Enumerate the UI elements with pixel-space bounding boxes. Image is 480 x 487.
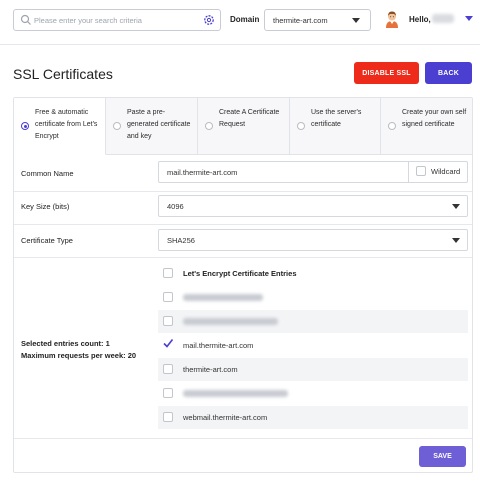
- search-box[interactable]: [13, 9, 221, 31]
- row-divider: [14, 191, 472, 192]
- save-button[interactable]: SAVE: [419, 446, 466, 467]
- entries-header: Let's Encrypt Certificate Entries: [158, 262, 468, 285]
- radio-paste-certificate[interactable]: [113, 122, 121, 130]
- common-name-label: Common Name: [21, 169, 74, 178]
- entry-label-redacted: [183, 318, 278, 325]
- key-size-select[interactable]: 4096: [158, 195, 468, 217]
- tab-lets-encrypt[interactable]: Free & automatic certificate from Let's …: [14, 98, 106, 155]
- certificate-type-select[interactable]: SHA256: [158, 229, 468, 251]
- domain-select[interactable]: thermite-art.com: [264, 9, 371, 31]
- select-all-checkbox[interactable]: [163, 268, 173, 278]
- page-title: SSL Certificates: [13, 66, 113, 82]
- entries-header-label: Let's Encrypt Certificate Entries: [183, 269, 297, 278]
- tab-self-signed[interactable]: Create your own self signed certificate: [381, 98, 472, 155]
- entry-label: thermite-art.com: [183, 365, 238, 374]
- entry-checkbox[interactable]: [163, 292, 173, 302]
- entry-label-redacted: [183, 294, 263, 301]
- tab-label: Use the server's certificate: [311, 109, 362, 128]
- ssl-card: Free & automatic certificate from Let's …: [13, 97, 473, 473]
- list-item[interactable]: [158, 310, 468, 333]
- row-divider: [14, 224, 472, 225]
- gear-icon[interactable]: [203, 14, 215, 26]
- key-size-value: 4096: [167, 202, 184, 211]
- tab-label: Paste a pre-generated certificate and ke…: [127, 109, 191, 140]
- entry-label: webmail.thermite-art.com: [183, 413, 268, 422]
- tab-server-certificate[interactable]: Use the server's certificate: [290, 98, 381, 155]
- disable-ssl-button[interactable]: DISABLE SSL: [354, 62, 419, 84]
- wildcard-option[interactable]: Wildcard: [408, 161, 468, 183]
- key-size-label: Key Size (bits): [21, 202, 70, 211]
- list-item[interactable]: thermite-art.com: [158, 358, 468, 381]
- list-item[interactable]: [158, 382, 468, 405]
- wildcard-label: Wildcard: [431, 167, 461, 176]
- tab-label: Free & automatic certificate from Let's …: [35, 109, 98, 140]
- username-redacted: [432, 14, 454, 23]
- top-bar: Domain thermite-art.com Hello,: [0, 0, 480, 40]
- list-item[interactable]: webmail.thermite-art.com: [158, 406, 468, 429]
- chevron-down-icon: [452, 204, 460, 209]
- tab-certificate-request[interactable]: Create A Certificate Request: [198, 98, 290, 155]
- avatar[interactable]: [384, 10, 400, 28]
- domain-value: thermite-art.com: [273, 16, 328, 25]
- tab-paste-certificate[interactable]: Paste a pre-generated certificate and ke…: [106, 98, 198, 155]
- domain-label: Domain: [230, 15, 260, 24]
- chevron-down-icon: [452, 238, 460, 243]
- entry-checkbox[interactable]: [163, 364, 173, 374]
- row-divider: [14, 438, 472, 439]
- certificate-type-value: SHA256: [167, 236, 195, 245]
- common-name-value: mail.thermite-art.com: [167, 168, 238, 177]
- certificate-type-tabs: Free & automatic certificate from Let's …: [14, 98, 472, 155]
- wildcard-checkbox[interactable]: [416, 166, 426, 176]
- search-icon: [20, 14, 31, 25]
- list-item[interactable]: [158, 286, 468, 309]
- list-item[interactable]: mail.thermite-art.com: [158, 334, 468, 357]
- entry-checkbox[interactable]: [163, 412, 173, 422]
- certificate-type-label: Certificate Type: [21, 236, 73, 245]
- entry-label: mail.thermite-art.com: [183, 341, 254, 350]
- max-requests-text: Maximum requests per week: 20: [21, 351, 137, 360]
- entry-label-redacted: [183, 390, 288, 397]
- chevron-down-icon: [352, 18, 360, 23]
- entry-checkbox[interactable]: [163, 316, 173, 326]
- hello-label: Hello,: [409, 15, 431, 24]
- radio-certificate-request[interactable]: [205, 122, 213, 130]
- search-input[interactable]: [34, 12, 194, 28]
- checkmark-icon[interactable]: [162, 337, 174, 349]
- user-menu-chevron-icon[interactable]: [465, 16, 473, 21]
- tab-label: Create your own self signed certificate: [402, 109, 467, 128]
- tab-label: Create A Certificate Request: [219, 109, 280, 128]
- radio-self-signed[interactable]: [388, 122, 396, 130]
- row-divider: [14, 257, 472, 258]
- entry-checkbox[interactable]: [163, 388, 173, 398]
- back-button[interactable]: BACK: [425, 62, 472, 84]
- selection-summary: Selected entries count: 1 Maximum reques…: [21, 338, 136, 362]
- selected-count-text: Selected entries count: 1: [21, 339, 110, 348]
- radio-lets-encrypt[interactable]: [21, 122, 29, 130]
- divider: [0, 44, 480, 45]
- radio-server-certificate[interactable]: [297, 122, 305, 130]
